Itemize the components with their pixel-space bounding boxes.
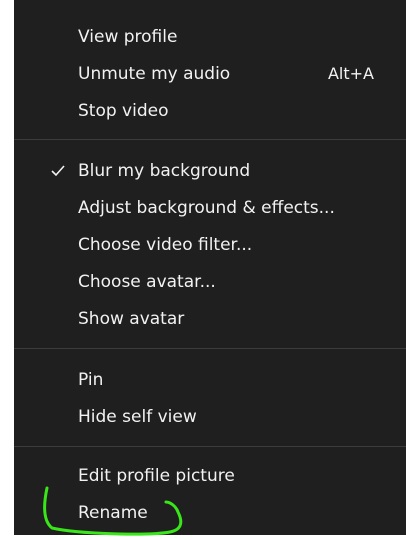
- shortcut-label: Alt+A: [327, 64, 374, 83]
- menu-item-pin[interactable]: Pin: [14, 362, 406, 398]
- menu-item-hide-self-view[interactable]: Hide self view: [14, 399, 406, 435]
- menu-item-adjust-background[interactable]: Adjust background & effects...: [14, 190, 406, 226]
- menu-item-label: Show avatar: [78, 309, 185, 329]
- menu-item-blur-background[interactable]: Blur my background: [14, 153, 406, 189]
- menu-divider: [14, 139, 406, 140]
- context-menu: View profile Unmute my audio Alt+A Stop …: [14, 0, 406, 535]
- menu-item-label: View profile: [78, 27, 178, 47]
- menu-item-choose-video-filter[interactable]: Choose video filter...: [14, 227, 406, 263]
- menu-item-unmute-audio[interactable]: Unmute my audio Alt+A: [14, 56, 406, 92]
- menu-item-label: Hide self view: [78, 407, 197, 427]
- menu-divider: [14, 446, 406, 447]
- menu-item-show-avatar[interactable]: Show avatar: [14, 301, 406, 337]
- menu-item-label: Pin: [78, 370, 104, 390]
- menu-item-label: Stop video: [78, 101, 169, 121]
- checkmark-icon: [50, 153, 66, 189]
- menu-item-label: Unmute my audio: [78, 64, 231, 84]
- menu-item-label: Choose avatar...: [78, 272, 216, 292]
- menu-item-label: Choose video filter...: [78, 235, 253, 255]
- menu-item-view-profile[interactable]: View profile: [14, 19, 406, 55]
- menu-item-stop-video[interactable]: Stop video: [14, 93, 406, 129]
- menu-item-choose-avatar[interactable]: Choose avatar...: [14, 264, 406, 300]
- annotation-highlight: [43, 486, 183, 536]
- menu-item-label: Blur my background: [78, 161, 251, 181]
- menu-divider: [14, 348, 406, 349]
- menu-item-label: Adjust background & effects...: [78, 198, 335, 218]
